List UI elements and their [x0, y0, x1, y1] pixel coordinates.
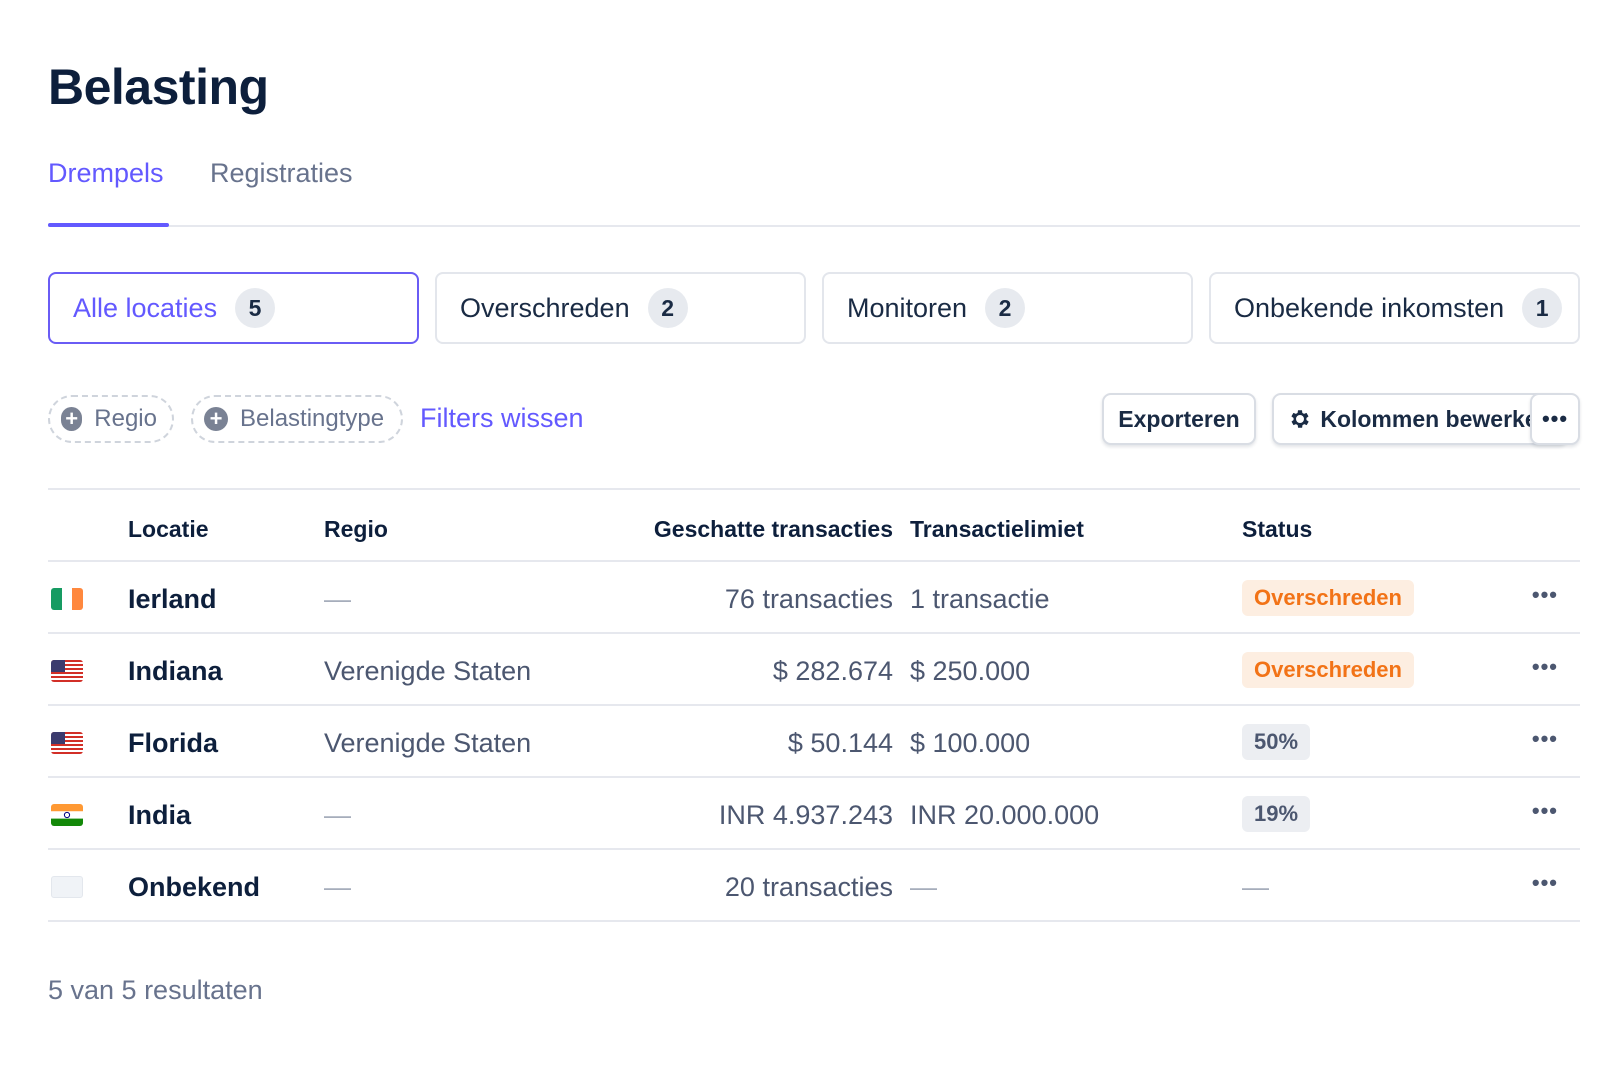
region-cell: Verenigde Staten: [324, 728, 532, 758]
column-header-estimated-transactions[interactable]: Geschatte transacties: [654, 516, 893, 543]
table-row[interactable]: Ierland — 76 transacties 1 transactie Ov…: [48, 562, 1580, 634]
table-row[interactable]: India — INR 4.937.243 INR 20.000.000 19%…: [48, 778, 1580, 850]
status-badge: Overschreden: [1242, 652, 1414, 688]
us-flag-icon: [51, 660, 83, 682]
row-actions-button[interactable]: •••: [1532, 726, 1558, 752]
filter-card-monitor[interactable]: Monitoren 2: [822, 272, 1193, 344]
thresholds-table: Locatie Regio Geschatte transacties Tran…: [48, 488, 1580, 922]
active-tab-indicator: [48, 223, 169, 227]
column-header-location[interactable]: Locatie: [128, 516, 209, 543]
unknown-flag-icon: [51, 876, 83, 898]
estimated-transactions-cell: $ 282.674: [772, 656, 893, 686]
filter-card-label: Monitoren: [847, 292, 968, 323]
count-badge: 5: [235, 288, 276, 328]
filter-card-label: Alle locaties: [73, 292, 218, 323]
filter-chip-region[interactable]: + Regio: [48, 395, 174, 443]
transaction-limit-cell: INR 20.000.000: [910, 800, 1100, 830]
edit-columns-button[interactable]: Kolommen bewerken: [1272, 393, 1568, 445]
estimated-transactions-cell: 20 transacties: [724, 872, 893, 902]
count-badge: 1: [1522, 288, 1563, 328]
table-row[interactable]: Onbekend — 20 transacties — — •••: [48, 850, 1580, 922]
estimated-transactions-cell: 76 transacties: [724, 584, 893, 614]
clear-filters-link[interactable]: Filters wissen: [420, 403, 584, 434]
location-cell: Ierland: [128, 584, 217, 614]
column-header-transaction-limit[interactable]: Transactielimiet: [910, 516, 1084, 543]
filter-card-label: Onbekende inkomsten: [1234, 292, 1505, 323]
filter-card-unknown-income[interactable]: Onbekende inkomsten 1: [1209, 272, 1580, 344]
row-actions-button[interactable]: •••: [1532, 654, 1558, 680]
chip-label: Belastingtype: [240, 405, 385, 432]
tab-bar: Drempels Registraties: [48, 150, 1580, 227]
location-cell: Indiana: [128, 656, 223, 686]
plus-circle-icon: +: [61, 407, 83, 431]
chip-label: Regio: [94, 405, 157, 432]
plus-circle-icon: +: [204, 407, 228, 431]
location-cell: Onbekend: [128, 872, 261, 902]
edit-columns-label: Kolommen bewerken: [1320, 405, 1552, 432]
region-cell: —: [324, 800, 351, 830]
more-actions-button[interactable]: •••: [1530, 393, 1580, 445]
column-header-region[interactable]: Regio: [324, 516, 388, 543]
filter-card-all-locations[interactable]: Alle locaties 5: [48, 272, 419, 344]
region-cell: —: [324, 872, 351, 902]
transaction-limit-cell: $ 250.000: [910, 656, 1031, 686]
row-actions-button[interactable]: •••: [1532, 582, 1558, 608]
page-title: Belasting: [48, 59, 269, 115]
estimated-transactions-cell: $ 50.144: [787, 728, 893, 758]
location-cell: India: [128, 800, 192, 830]
results-count: 5 van 5 resultaten: [48, 975, 263, 1005]
location-cell: Florida: [128, 728, 219, 758]
transaction-limit-cell: $ 100.000: [910, 728, 1031, 758]
filter-card-exceeded[interactable]: Overschreden 2: [435, 272, 806, 344]
us-flag-icon: [51, 732, 83, 754]
table-row[interactable]: Florida Verenigde Staten $ 50.144 $ 100.…: [48, 706, 1580, 778]
tab-drempels[interactable]: Drempels: [48, 158, 164, 189]
status-badge: 50%: [1242, 724, 1311, 760]
count-badge: 2: [647, 288, 688, 328]
transaction-limit-cell: 1 transactie: [910, 584, 1050, 614]
count-badge: 2: [985, 288, 1026, 328]
column-header-status[interactable]: Status: [1242, 516, 1312, 543]
export-button[interactable]: Exporteren: [1102, 393, 1256, 445]
india-flag-icon: [51, 804, 83, 826]
region-cell: —: [324, 584, 351, 614]
status-cell: —: [1242, 872, 1269, 902]
table-row[interactable]: Indiana Verenigde Staten $ 282.674 $ 250…: [48, 634, 1580, 706]
filter-card-label: Overschreden: [460, 292, 630, 323]
transaction-limit-cell: —: [910, 872, 937, 902]
estimated-transactions-cell: INR 4.937.243: [718, 800, 893, 830]
ireland-flag-icon: [51, 588, 83, 610]
filter-chip-tax-type[interactable]: + Belastingtype: [191, 395, 403, 443]
region-cell: Verenigde Staten: [324, 656, 532, 686]
toolbar: + Regio + Belastingtype Filters wissen E…: [48, 393, 1580, 445]
filter-cards: Alle locaties 5 Overschreden 2 Monitoren…: [48, 272, 1580, 344]
gear-icon: [1288, 407, 1312, 431]
status-badge: Overschreden: [1242, 580, 1414, 616]
table-header: Locatie Regio Geschatte transacties Tran…: [48, 488, 1580, 562]
row-actions-button[interactable]: •••: [1532, 798, 1558, 824]
status-badge: 19%: [1242, 796, 1311, 832]
tab-registraties[interactable]: Registraties: [210, 158, 353, 189]
row-actions-button[interactable]: •••: [1532, 870, 1558, 896]
